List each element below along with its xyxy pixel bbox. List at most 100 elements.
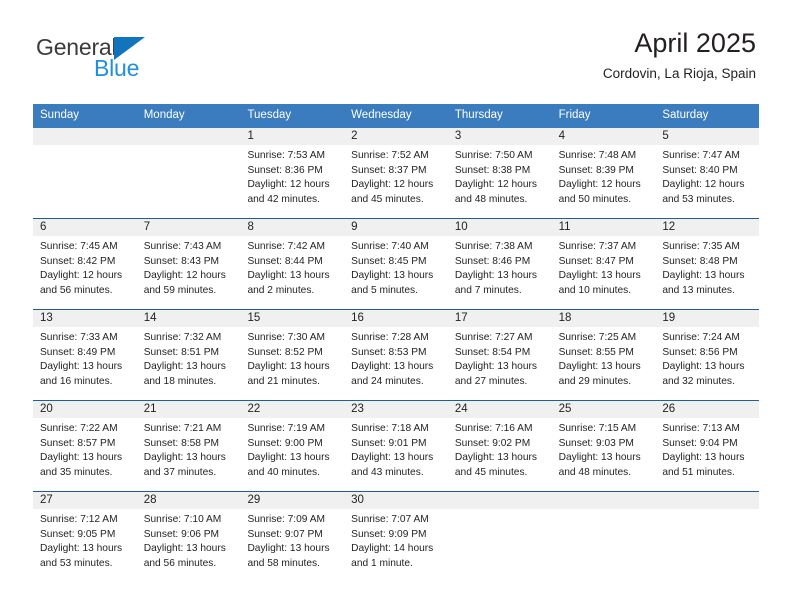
- day-cell[interactable]: Sunrise: 7:47 AM Sunset: 8:40 PM Daylight:…: [655, 145, 759, 218]
- day-number[interactable]: 2: [344, 128, 448, 145]
- daylight-text-line2: and 18 minutes.: [143, 376, 217, 388]
- weekday-header-tuesday: Tuesday: [247, 109, 292, 121]
- day-cell[interactable]: Sunrise: 7:28 AM Sunset: 8:53 PM Daylight:…: [344, 327, 448, 400]
- calendar-page: General Blue April 2025 Cordovin, La Rio…: [0, 0, 792, 612]
- sunrise-text: Sunrise: 7:33 AM: [40, 331, 118, 343]
- day-number[interactable]: 14: [137, 310, 241, 327]
- day-cell[interactable]: Sunrise: 7:33 AM Sunset: 8:49 PM Daylight:…: [33, 327, 137, 400]
- day-number[interactable]: 13: [33, 310, 137, 327]
- day-cell[interactable]: Sunrise: 7:12 AM Sunset: 9:05 PM Daylight:…: [33, 509, 137, 582]
- day-number[interactable]: 19: [655, 310, 759, 327]
- sunset-text: Sunset: 8:51 PM: [143, 346, 220, 358]
- day-cell[interactable]: Sunrise: 7:19 AM Sunset: 9:00 PM Daylight:…: [240, 418, 344, 491]
- day-number[interactable]: 21: [137, 401, 241, 418]
- day-number[interactable]: 28: [137, 492, 241, 509]
- day-cell[interactable]: Sunrise: 7:22 AM Sunset: 8:57 PM Daylight:…: [33, 418, 137, 491]
- day-number[interactable]: 5: [655, 128, 759, 145]
- daylight-text-line1: Daylight: 12 hours: [454, 179, 537, 191]
- day-cell[interactable]: Sunrise: 7:25 AM Sunset: 8:55 PM Daylight:…: [552, 327, 656, 400]
- day-number[interactable]: 12: [655, 219, 759, 236]
- day-number[interactable]: 20: [33, 401, 137, 418]
- sunrise-text: Sunrise: 7:10 AM: [143, 513, 222, 525]
- day-number[interactable]: 9: [344, 219, 448, 236]
- day-cell[interactable]: Sunrise: 7:37 AM Sunset: 8:47 PM Daylight:…: [552, 236, 656, 309]
- day-cell[interactable]: Sunrise: 7:45 AM Sunset: 8:42 PM Daylight:…: [33, 236, 137, 309]
- day-cell[interactable]: Sunrise: 7:13 AM Sunset: 9:04 PM Daylight:…: [655, 418, 759, 491]
- sunrise-text: Sunrise: 7:37 AM: [558, 240, 637, 252]
- sunset-text: Sunset: 8:43 PM: [143, 255, 220, 267]
- day-number[interactable]: 1: [240, 128, 344, 145]
- daylight-text-line2: and 27 minutes.: [454, 376, 528, 388]
- sunrise-text: Sunrise: 7:35 AM: [662, 240, 740, 252]
- day-cell[interactable]: Sunrise: 7:18 AM Sunset: 9:01 PM Daylight:…: [344, 418, 448, 491]
- day-number[interactable]: 15: [240, 310, 344, 327]
- day-cell[interactable]: Sunrise: 7:52 AM Sunset: 8:37 PM Daylight:…: [344, 145, 448, 218]
- daylight-text-line1: Daylight: 12 hours: [247, 179, 330, 191]
- day-number[interactable]: 3: [448, 128, 552, 145]
- day-cell[interactable]: Sunrise: 7:10 AM Sunset: 9:06 PM Daylight:…: [137, 509, 241, 582]
- day-cell[interactable]: Sunrise: 7:38 AM Sunset: 8:46 PM Daylight:…: [448, 236, 552, 309]
- sunset-text: Sunset: 9:04 PM: [662, 437, 738, 449]
- sunrise-text: Sunrise: 7:50 AM: [454, 149, 533, 161]
- day-number[interactable]: 22: [240, 401, 344, 418]
- daylight-text-line2: and 45 minutes.: [351, 194, 424, 206]
- day-cell[interactable]: Sunrise: 7:16 AM Sunset: 9:02 PM Daylight:…: [448, 418, 552, 491]
- sunset-text: Sunset: 9:07 PM: [247, 528, 323, 540]
- day-number[interactable]: 8: [240, 219, 344, 236]
- day-cell[interactable]: Sunrise: 7:24 AM Sunset: 8:56 PM Daylight:…: [655, 327, 759, 400]
- sunset-text: Sunset: 8:44 PM: [247, 255, 323, 267]
- day-cell[interactable]: Sunrise: 7:15 AM Sunset: 9:03 PM Daylight:…: [552, 418, 656, 491]
- weekday-header-friday: Friday: [558, 109, 591, 121]
- daylight-text-line1: Daylight: 13 hours: [143, 452, 226, 464]
- daylight-text-line1: Daylight: 13 hours: [662, 270, 745, 282]
- sunset-text: Sunset: 9:02 PM: [454, 437, 531, 449]
- general-blue-logo[interactable]: General Blue: [36, 36, 146, 80]
- day-number[interactable]: 23: [344, 401, 448, 418]
- daylight-text-line1: Daylight: 13 hours: [662, 452, 745, 464]
- sunrise-text: Sunrise: 7:45 AM: [40, 240, 118, 252]
- daylight-text-line2: and 42 minutes.: [247, 194, 320, 206]
- day-number[interactable]: 6: [33, 219, 137, 236]
- day-number[interactable]: 27: [33, 492, 137, 509]
- day-cell[interactable]: Sunrise: 7:50 AM Sunset: 8:38 PM Daylight:…: [448, 145, 552, 218]
- daylight-text-line2: and 48 minutes.: [454, 194, 528, 206]
- day-number[interactable]: 29: [240, 492, 344, 509]
- week-day-number-band: 13 14 15 16 17 18 19: [33, 309, 759, 327]
- day-cell[interactable]: Sunrise: 7:42 AM Sunset: 8:44 PM Daylight:…: [240, 236, 344, 309]
- day-number[interactable]: 30: [344, 492, 448, 509]
- sunset-text: Sunset: 8:42 PM: [40, 255, 116, 267]
- daylight-text-line1: Daylight: 12 hours: [558, 179, 641, 191]
- daylight-text-line2: and 56 minutes.: [143, 558, 217, 570]
- day-number[interactable]: 24: [448, 401, 552, 418]
- sunset-text: Sunset: 8:52 PM: [247, 346, 323, 358]
- sunset-text: Sunset: 8:57 PM: [40, 437, 116, 449]
- day-number[interactable]: 25: [552, 401, 656, 418]
- day-number[interactable]: 18: [552, 310, 656, 327]
- day-number[interactable]: 11: [552, 219, 656, 236]
- sunrise-text: Sunrise: 7:52 AM: [351, 149, 429, 161]
- day-cell[interactable]: Sunrise: 7:09 AM Sunset: 9:07 PM Daylight:…: [240, 509, 344, 582]
- day-number[interactable]: 7: [137, 219, 241, 236]
- day-cell[interactable]: Sunrise: 7:32 AM Sunset: 8:51 PM Daylight:…: [137, 327, 241, 400]
- day-cell[interactable]: Sunrise: 7:30 AM Sunset: 8:52 PM Daylight:…: [240, 327, 344, 400]
- day-cell[interactable]: Sunrise: 7:07 AM Sunset: 9:09 PM Daylight:…: [344, 509, 448, 582]
- day-number[interactable]: 26: [655, 401, 759, 418]
- day-number[interactable]: 4: [552, 128, 656, 145]
- day-cell[interactable]: Sunrise: 7:21 AM Sunset: 8:58 PM Daylight:…: [137, 418, 241, 491]
- daylight-text-line1: Daylight: 13 hours: [143, 543, 226, 555]
- day-cell[interactable]: Sunrise: 7:43 AM Sunset: 8:43 PM Daylight:…: [137, 236, 241, 309]
- sunset-text: Sunset: 8:55 PM: [558, 346, 634, 358]
- day-cell[interactable]: Sunrise: 7:35 AM Sunset: 8:48 PM Daylight:…: [655, 236, 759, 309]
- day-number[interactable]: 16: [344, 310, 448, 327]
- weekday-header-saturday: Saturday: [662, 109, 709, 121]
- day-cell[interactable]: Sunrise: 7:53 AM Sunset: 8:36 PM Daylight:…: [240, 145, 344, 218]
- day-cell[interactable]: Sunrise: 7:27 AM Sunset: 8:54 PM Daylight:…: [448, 327, 552, 400]
- day-cell[interactable]: Sunrise: 7:40 AM Sunset: 8:45 PM Daylight:…: [344, 236, 448, 309]
- sunrise-text: Sunrise: 7:19 AM: [247, 422, 326, 434]
- sunset-text: Sunset: 9:06 PM: [143, 528, 220, 540]
- day-number[interactable]: 10: [448, 219, 552, 236]
- day-number[interactable]: 17: [448, 310, 552, 327]
- title-block: April 2025 Cordovin, La Rioja, Spain: [603, 28, 756, 81]
- day-cell[interactable]: Sunrise: 7:48 AM Sunset: 8:39 PM Daylight:…: [552, 145, 656, 218]
- daylight-text-line1: Daylight: 13 hours: [454, 270, 537, 282]
